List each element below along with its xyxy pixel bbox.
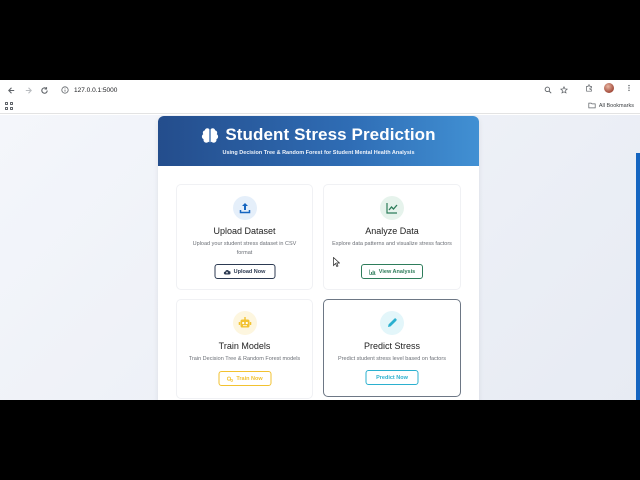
card-description: Explore data patterns and visualize stre… bbox=[332, 241, 452, 247]
upload-icon bbox=[239, 203, 250, 214]
apps-grid-icon[interactable] bbox=[5, 102, 13, 110]
url-text[interactable]: 127.0.0.1:5000 bbox=[74, 87, 117, 94]
browser-window: 127.0.0.1:5000 All Bookmarks Student Str… bbox=[0, 80, 640, 400]
upload-dataset-card[interactable]: Upload Dataset Upload your student stres… bbox=[176, 184, 313, 290]
all-bookmarks-button[interactable]: All Bookmarks bbox=[588, 102, 634, 109]
back-arrow-icon[interactable] bbox=[5, 84, 17, 96]
more-menu-icon[interactable] bbox=[624, 83, 634, 93]
pen-icon-circle bbox=[380, 311, 404, 335]
bar-chart-icon bbox=[369, 269, 376, 275]
zoom-icon[interactable] bbox=[543, 85, 553, 95]
browser-toolbar: 127.0.0.1:5000 bbox=[0, 80, 640, 99]
card-title: Train Models bbox=[218, 341, 271, 351]
all-bookmarks-label: All Bookmarks bbox=[598, 102, 634, 109]
card-description: Train Decision Tree & Random Forest mode… bbox=[188, 356, 301, 362]
button-label: Upload Now bbox=[233, 268, 266, 275]
site-info-icon[interactable] bbox=[60, 85, 70, 95]
page-subtitle: Using Decision Tree & Random Forest for … bbox=[222, 150, 415, 156]
card-title: Predict Stress bbox=[363, 341, 421, 351]
analyze-data-card[interactable]: Analyze Data Explore data patterns and v… bbox=[323, 184, 461, 290]
upload-now-button[interactable]: Upload Now bbox=[214, 264, 275, 279]
forward-arrow-icon[interactable] bbox=[22, 84, 34, 96]
robot-icon-circle bbox=[232, 311, 257, 335]
card-title: Upload Dataset bbox=[213, 226, 276, 236]
folder-icon bbox=[588, 102, 596, 109]
pen-icon bbox=[388, 318, 397, 327]
bookmark-star-icon[interactable] bbox=[559, 85, 569, 95]
page-viewport: Student Stress Prediction Using Decision… bbox=[0, 115, 640, 400]
profile-avatar[interactable] bbox=[604, 83, 614, 93]
train-models-card[interactable]: Train Models Train Decision Tree & Rando… bbox=[176, 299, 313, 399]
upload-icon-circle bbox=[232, 196, 257, 220]
predict-stress-card[interactable]: Predict Stress Predict student stress le… bbox=[323, 299, 461, 397]
app-header: Student Stress Prediction Using Decision… bbox=[158, 116, 479, 166]
card-title: Analyze Data bbox=[365, 226, 419, 236]
button-label: Train Now bbox=[236, 375, 263, 382]
card-description: Upload your student stress dataset in CS… bbox=[192, 241, 297, 256]
mouse-cursor-icon bbox=[333, 257, 340, 267]
train-now-button[interactable]: Train Now bbox=[218, 371, 271, 386]
bookmarks-bar: All Bookmarks bbox=[0, 99, 640, 114]
reload-icon[interactable] bbox=[38, 84, 50, 96]
robot-icon bbox=[238, 317, 251, 328]
extensions-icon[interactable] bbox=[584, 83, 594, 93]
scrollbar-thumb[interactable] bbox=[636, 153, 640, 400]
chart-line-icon bbox=[386, 203, 398, 214]
brain-icon bbox=[202, 127, 219, 143]
card-description: Predict student stress level based on fa… bbox=[338, 356, 446, 362]
cloud-upload-icon bbox=[224, 269, 231, 274]
address-bar[interactable]: 127.0.0.1:5000 bbox=[55, 82, 575, 98]
button-label: Predict Now bbox=[376, 374, 408, 381]
cogs-icon bbox=[226, 376, 233, 382]
app-container: Student Stress Prediction Using Decision… bbox=[158, 116, 479, 400]
chart-icon-circle bbox=[380, 196, 404, 220]
predict-now-button[interactable]: Predict Now bbox=[365, 370, 419, 385]
button-label: View Analysis bbox=[378, 268, 416, 275]
view-analysis-button[interactable]: View Analysis bbox=[361, 264, 423, 279]
page-title: Student Stress Prediction bbox=[225, 125, 436, 144]
